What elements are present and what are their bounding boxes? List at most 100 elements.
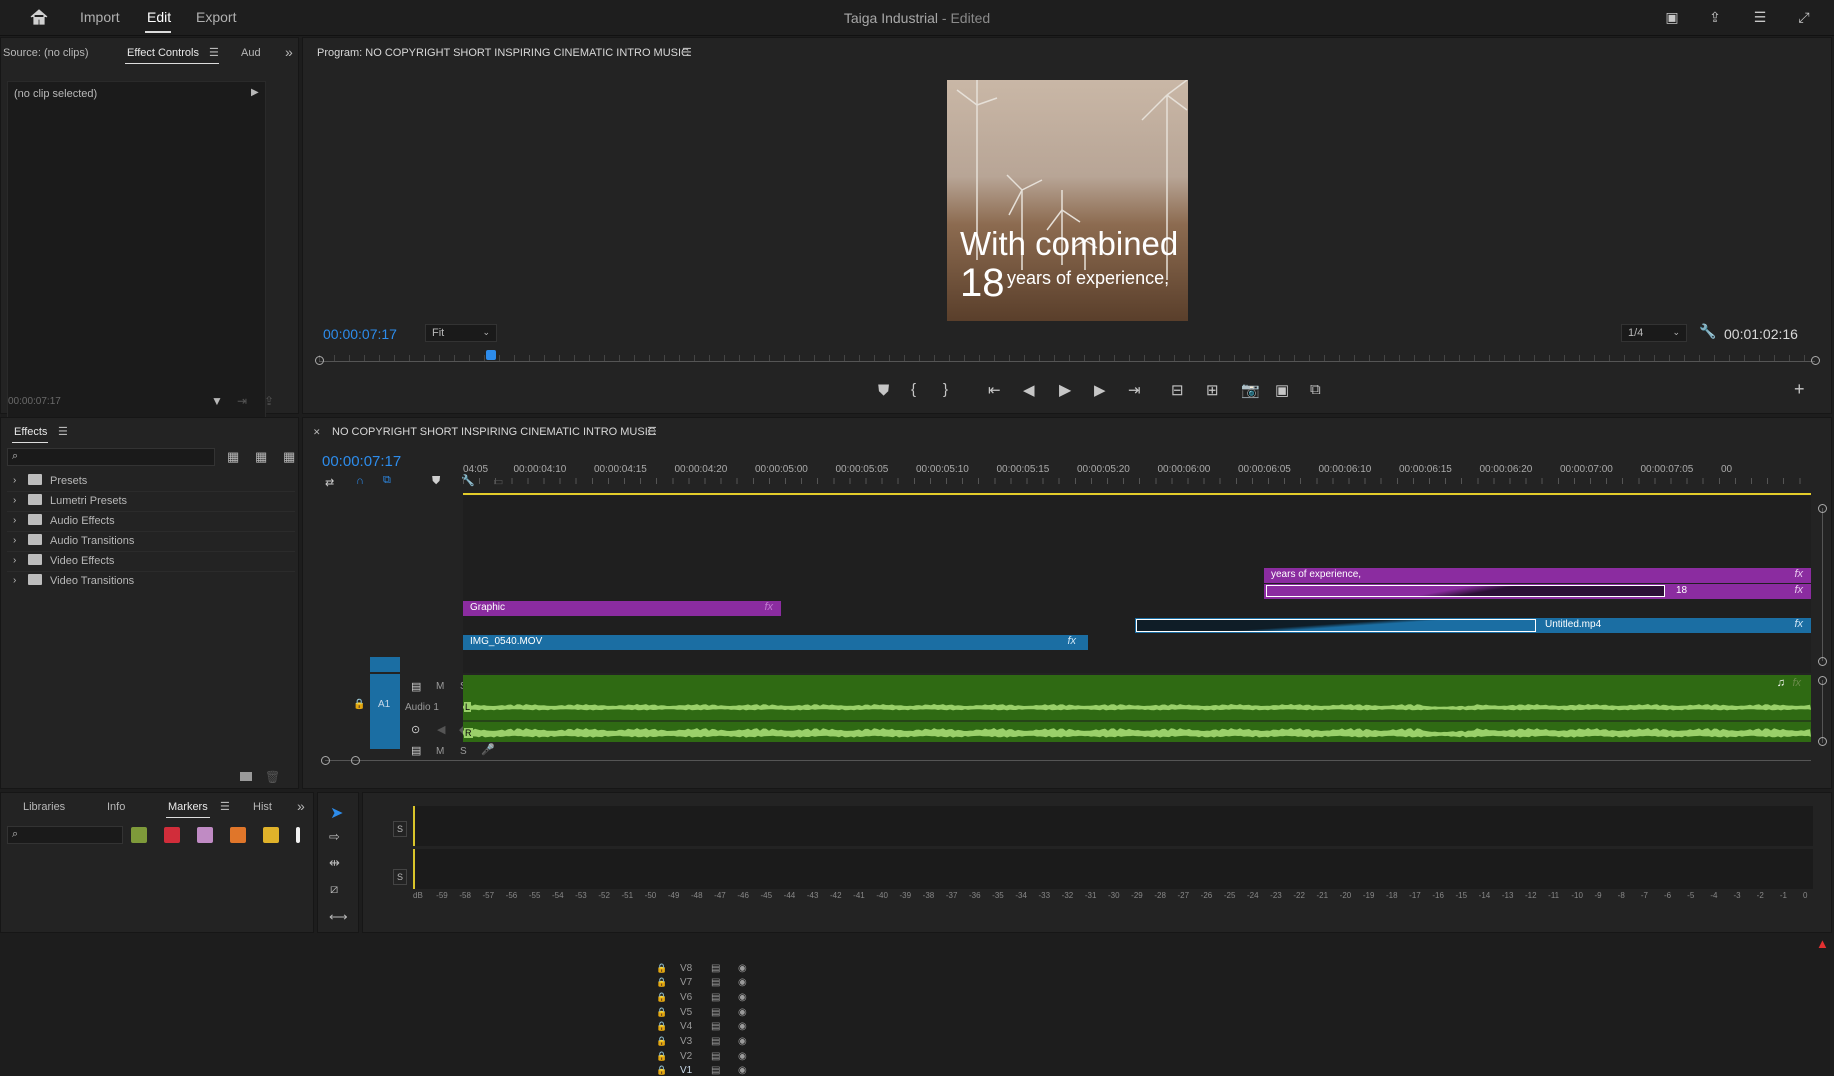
track-label-v3[interactable]: V3 [680, 1036, 692, 1047]
share-icon[interactable]: ⇪ [1706, 9, 1724, 27]
lock-icon[interactable]: 🔒 [656, 1021, 667, 1032]
track-label-v8[interactable]: V8 [680, 963, 692, 974]
eye-icon[interactable]: ◉ [738, 1021, 747, 1032]
list-item[interactable]: › Audio Effects [7, 512, 295, 532]
a2-sync-icon[interactable]: ▤ [411, 744, 421, 757]
a2-mute-button[interactable]: M [436, 746, 444, 757]
lock-icon[interactable]: 🔒 [656, 1065, 667, 1076]
ripple-edit-tool-icon[interactable]: ⇹ [329, 855, 340, 871]
scroll-handle-left[interactable] [321, 756, 330, 765]
list-item[interactable]: › Audio Transitions [7, 532, 295, 552]
vscroll-handle-top[interactable] [1818, 504, 1827, 513]
eye-icon[interactable]: ◉ [738, 992, 747, 1003]
tab-audio[interactable]: Aud [241, 47, 261, 59]
yuv-icon[interactable]: ▦ [283, 449, 295, 465]
sync-lock-icon[interactable]: ▤ [711, 1036, 720, 1047]
comparison-view-icon[interactable]: ▣ [1275, 381, 1289, 399]
clip-v4-graphic[interactable]: Graphic fx [463, 601, 781, 616]
marker-color-orange[interactable] [230, 827, 246, 843]
selection-tool-icon[interactable]: ➤ [330, 803, 343, 823]
step-back-icon[interactable]: ◀ [1023, 381, 1035, 399]
eye-icon[interactable]: ◉ [738, 1065, 747, 1076]
sync-lock-icon[interactable]: ▤ [711, 963, 720, 974]
more-panels-icon[interactable]: » [297, 798, 305, 814]
timeline-menu-icon[interactable]: ☰ [647, 425, 657, 438]
camera-icon[interactable]: 📷 [1241, 381, 1260, 399]
tab-source[interactable]: Source: (no clips) [3, 47, 89, 59]
linked-selection-icon[interactable]: ⧉ [383, 474, 391, 487]
effects-search-input[interactable]: ⌕ [7, 448, 215, 466]
proxy-icon[interactable]: ⧉ [1310, 381, 1321, 398]
audio-lock-icon[interactable]: 🔒 [353, 699, 365, 710]
filter-icon[interactable]: ▼ [211, 394, 223, 408]
mark-out-icon[interactable]: } [943, 381, 948, 398]
step-forward-icon[interactable]: ▶ [1094, 381, 1106, 399]
marker-color-yellow[interactable] [263, 827, 279, 843]
workspace-icon[interactable]: ▣ [1663, 9, 1681, 27]
markers-menu-icon[interactable]: ☰ [220, 800, 230, 813]
lock-icon[interactable]: 🔒 [656, 1051, 667, 1062]
scrub-start-handle[interactable] [315, 356, 324, 365]
sync-lock-icon[interactable]: ▤ [711, 1051, 720, 1062]
sync-lock-icon[interactable]: ▤ [711, 977, 720, 988]
scrub-end-handle[interactable] [1811, 356, 1820, 365]
mute-button[interactable]: M [436, 681, 444, 692]
eye-icon[interactable]: ◉ [738, 977, 747, 988]
program-timecode[interactable]: 00:00:07:17 [323, 326, 397, 342]
track-select-tool-icon[interactable]: ⇨ [329, 829, 340, 845]
track-label-v1[interactable]: V1 [680, 1065, 692, 1076]
marker-color-green[interactable] [131, 827, 147, 843]
slip-tool-icon[interactable]: ⟷ [329, 909, 348, 925]
zoom-select[interactable]: Fit ⌄ [425, 324, 497, 342]
vertical-scrollbar-audio[interactable] [1822, 680, 1823, 743]
prev-keyframe-icon[interactable]: ◀ [437, 723, 445, 736]
go-to-in-icon[interactable]: ⇤ [988, 381, 1001, 399]
v1-target[interactable] [370, 657, 400, 672]
program-menu-icon[interactable]: ☰ [682, 46, 692, 59]
sync-lock-icon[interactable]: ▤ [711, 1065, 720, 1076]
clear-icon[interactable]: ⇪ [264, 394, 274, 408]
tab-history[interactable]: Hist [253, 801, 272, 813]
solo-right-button[interactable]: S [393, 869, 407, 885]
go-to-out-icon[interactable]: ⇥ [1128, 381, 1141, 399]
audio-track-label[interactable]: A1 [378, 699, 390, 710]
sync-lock-icon[interactable]: ▤ [711, 1007, 720, 1018]
vscroll-audio-top[interactable] [1818, 676, 1827, 685]
work-area-bar[interactable] [463, 493, 1811, 495]
lock-icon[interactable]: 🔒 [656, 977, 667, 988]
clip-v6-title[interactable]: years of experience, fx [1264, 568, 1811, 583]
lock-icon[interactable]: 🔒 [656, 1007, 667, 1018]
effects-menu-icon[interactable]: ☰ [58, 425, 68, 438]
sync-icon[interactable]: ▤ [411, 680, 421, 693]
track-label-v6[interactable]: V6 [680, 992, 692, 1003]
triangle-right-icon[interactable]: ▶ [251, 87, 259, 98]
scroll-handle-right[interactable] [351, 756, 360, 765]
solo-left-button[interactable]: S [393, 821, 407, 837]
scrub-bar[interactable] [319, 350, 1815, 362]
time-ruler[interactable]: 04:05 00:00:04:10 00:00:04:15 00:00:04:20 00… [463, 464, 1811, 484]
vertical-scrollbar-video[interactable] [1822, 508, 1823, 661]
tab-libraries[interactable]: Libraries [23, 801, 65, 813]
quality-select[interactable]: 1/4 ⌄ [1621, 324, 1687, 342]
effects-tab[interactable]: Effects [14, 426, 47, 438]
timeline-timecode[interactable]: 00:00:07:17 [322, 453, 401, 470]
horizontal-scrollbar[interactable] [325, 760, 1811, 761]
mark-in-icon[interactable]: { [911, 381, 916, 398]
tab-info[interactable]: Info [107, 801, 125, 813]
lock-icon[interactable]: 🔒 [656, 992, 667, 1003]
marker-color-lavender[interactable] [197, 827, 213, 843]
extract-icon[interactable]: ⊞ [1206, 381, 1219, 399]
lock-icon[interactable]: 🔒 [656, 963, 667, 974]
keyframe-nav-icon[interactable]: ⊙ [411, 723, 420, 736]
panel-menu-icon[interactable]: ☰ [209, 46, 219, 59]
trash-icon[interactable]: 🗑 [265, 770, 280, 784]
vscroll-audio-bottom[interactable] [1818, 737, 1827, 746]
menu-lines-icon[interactable]: ☰ [1751, 9, 1769, 27]
marker-color-white[interactable] [296, 827, 300, 843]
warning-icon[interactable]: ▲ [1816, 936, 1829, 951]
sync-lock-icon[interactable]: ▤ [711, 992, 720, 1003]
vscroll-handle-bottom[interactable] [1818, 657, 1827, 666]
more-panels-icon[interactable]: » [285, 44, 293, 60]
track-label-v4[interactable]: V4 [680, 1021, 692, 1032]
new-bin-icon[interactable]: ▦ [227, 449, 239, 465]
